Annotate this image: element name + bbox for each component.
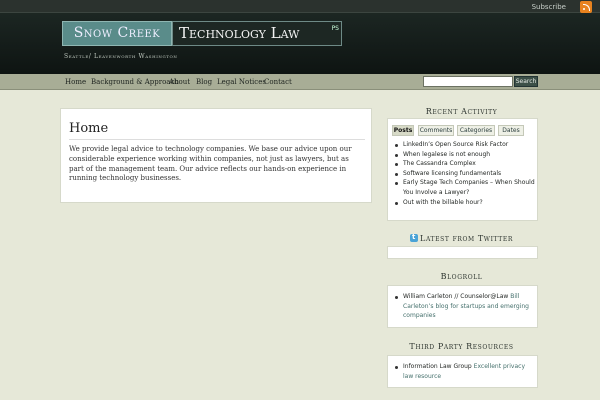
twitter-title-text: Latest from Twitter: [420, 234, 513, 243]
list-item[interactable]: The Cassandra Complex: [394, 159, 535, 169]
nav-background-approach[interactable]: Background & Approach: [91, 78, 179, 86]
blogroll-title: Blogroll: [440, 272, 483, 281]
logo-technology-law[interactable]: Technology Law PS: [172, 21, 342, 46]
recent-posts-list: LinkedIn’s Open Source Risk Factor When …: [394, 140, 535, 207]
blogroll-panel: William Carleton // Counselor@Law Bill C…: [387, 285, 538, 328]
logo-ps: PS: [331, 25, 339, 32]
third-party-title: Third Party Resources: [409, 342, 514, 351]
twitter-icon: [410, 233, 419, 242]
list-item: Information Law Group Excellent privacy …: [394, 362, 532, 381]
top-bar: Subscribe: [0, 0, 600, 13]
nav-blog[interactable]: Blog: [196, 78, 212, 86]
recent-activity-title: Recent Activity: [425, 107, 498, 116]
site-header: Subscribe Snow Creek Technology Law PS S…: [0, 0, 600, 74]
list-item[interactable]: Out with the billable hour?: [394, 198, 535, 208]
page-body: We provide legal advice to technology co…: [69, 145, 352, 183]
search-button[interactable]: Search: [514, 76, 538, 87]
nav-contact[interactable]: Contact: [264, 78, 292, 86]
resources-list: Information Law Group Excellent privacy …: [394, 362, 532, 381]
rss-icon[interactable]: [580, 1, 592, 13]
list-item[interactable]: LinkedIn’s Open Source Risk Factor: [394, 140, 535, 150]
resource-link[interactable]: Information Law Group: [403, 363, 472, 370]
page-title: Home: [69, 121, 109, 136]
tab-comments[interactable]: Comments: [418, 125, 454, 136]
blogroll-list: William Carleton // Counselor@Law Bill C…: [394, 292, 532, 321]
list-item: William Carleton // Counselor@Law Bill C…: [394, 292, 532, 321]
logo-left-text: Snow Creek: [73, 25, 161, 41]
third-party-panel: Information Law Group Excellent privacy …: [387, 355, 538, 388]
twitter-panel: [387, 246, 538, 259]
list-item[interactable]: When legalese is not enough: [394, 150, 535, 160]
list-item[interactable]: Software licensing fundamentals: [394, 169, 535, 179]
logo-right-text: Technology Law: [179, 24, 300, 42]
title-divider: [69, 139, 365, 140]
blogroll-link[interactable]: William Carleton // Counselor@Law: [403, 293, 508, 300]
search-input[interactable]: [423, 76, 513, 87]
tab-posts[interactable]: Posts: [392, 125, 414, 136]
nav-bar: Home Background & Approach About Blog Le…: [0, 74, 600, 90]
tab-dates[interactable]: Dates: [498, 125, 524, 136]
twitter-title: Latest from Twitter: [385, 233, 538, 243]
nav-legal-notices[interactable]: Legal Notices: [217, 78, 266, 86]
tab-categories[interactable]: Categories: [457, 125, 495, 136]
main-content: Home We provide legal advice to technolo…: [60, 108, 372, 203]
recent-activity-panel: Posts Comments Categories Dates LinkedIn…: [387, 118, 538, 221]
logo-snow-creek[interactable]: Snow Creek: [62, 21, 172, 46]
subscribe-link[interactable]: Subscribe: [532, 3, 566, 11]
nav-home[interactable]: Home: [65, 78, 86, 86]
tagline: Seattle/ Leavenworth Washington: [64, 53, 178, 60]
nav-about[interactable]: About: [169, 78, 190, 86]
list-item[interactable]: Early Stage Tech Companies – When Should…: [394, 178, 535, 197]
